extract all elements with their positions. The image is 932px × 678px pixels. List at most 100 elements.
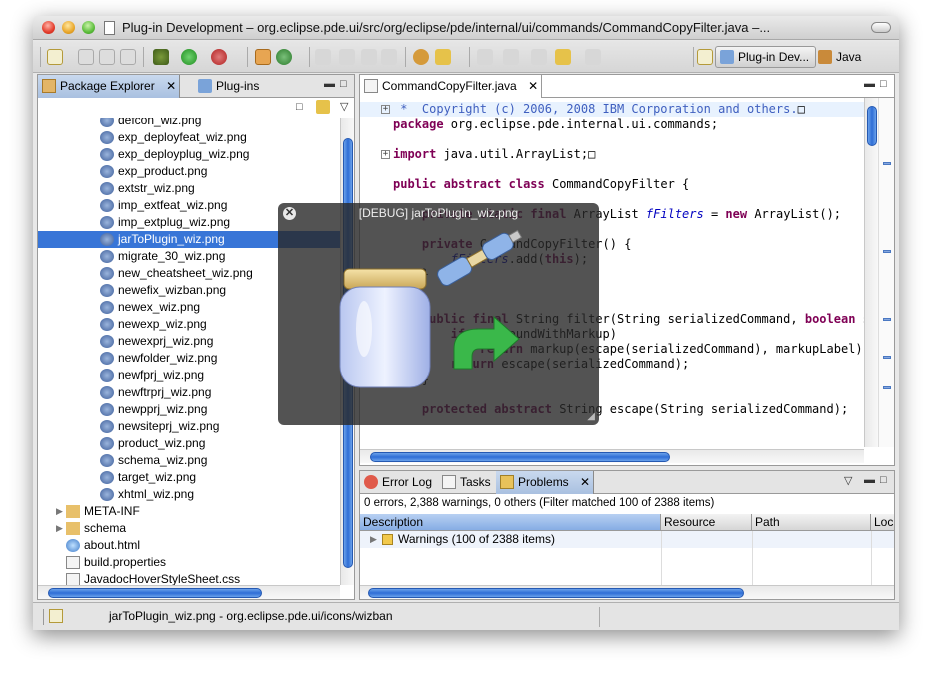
minimize-view-icon[interactable]: ▬ [324, 78, 335, 90]
tree-item[interactable]: exp_product.png [38, 163, 340, 180]
editor-horizontal-scroll-thumb[interactable] [370, 452, 670, 462]
editor-horizontal-scrollbar[interactable] [360, 449, 864, 463]
column-path[interactable]: Path [752, 514, 871, 531]
debug-icon[interactable] [153, 49, 169, 65]
block-selection-icon[interactable] [381, 49, 397, 65]
problems-horizontal-scrollbar[interactable] [360, 585, 894, 599]
next-annotation-icon[interactable] [477, 49, 493, 65]
editor-vertical-scrollbar[interactable] [864, 98, 878, 447]
editor-vertical-scroll-thumb[interactable] [867, 106, 877, 146]
warning-marker[interactable] [883, 162, 891, 165]
problems-horizontal-scroll-thumb[interactable] [368, 588, 744, 598]
resize-grip-icon[interactable]: ◢ [587, 411, 595, 422]
image-file-icon [100, 437, 114, 450]
tree-item[interactable]: target_wiz.png [38, 469, 340, 486]
tree-item[interactable]: ▶ schema [38, 520, 340, 537]
fast-view-icon[interactable] [49, 609, 63, 623]
close-tab-icon[interactable]: ✕ [528, 79, 538, 93]
save-all-icon[interactable] [99, 49, 115, 65]
zoom-window-button[interactable] [82, 21, 95, 34]
toolbar-toggle-button[interactable] [871, 22, 891, 33]
column-description[interactable]: Description [360, 514, 661, 531]
search-icon[interactable] [413, 49, 429, 65]
status-separator [599, 607, 600, 627]
maximize-view-icon[interactable]: □ [340, 78, 347, 90]
view-menu-icon[interactable]: ▽ [340, 100, 348, 113]
image-file-icon [100, 182, 114, 195]
warning-marker[interactable] [883, 386, 891, 389]
tab-plug-ins[interactable]: Plug-ins [194, 75, 284, 98]
last-edit-location-icon[interactable] [531, 49, 547, 65]
perspective-plugin-dev[interactable]: Plug-in Dev... [715, 46, 817, 68]
tab-error-log[interactable]: Error Log [360, 471, 436, 494]
close-tab-icon[interactable]: ✕ [580, 475, 590, 489]
run-icon[interactable] [181, 49, 197, 65]
tree-item-label: newexp_wiz.png [118, 317, 207, 331]
table-row[interactable]: ▶ Warnings (100 of 2388 items) [360, 531, 894, 548]
tree-item[interactable]: exp_deployfeat_wiz.png [38, 129, 340, 146]
tab-commandcopyfilter[interactable]: CommandCopyFilter.java ✕ [360, 75, 542, 98]
tree-item[interactable]: ▶ META-INF [38, 503, 340, 520]
save-icon[interactable] [78, 49, 94, 65]
new-java-package-icon[interactable] [255, 49, 271, 65]
open-type-icon[interactable] [315, 49, 331, 65]
tree-item[interactable]: xhtml_wiz.png [38, 486, 340, 503]
column-divider [752, 531, 753, 585]
tree-item[interactable]: about.html [38, 537, 340, 554]
expand-fold-icon[interactable]: + [381, 150, 390, 159]
forward-icon[interactable] [585, 49, 601, 65]
external-tools-icon[interactable] [211, 49, 227, 65]
column-location[interactable]: Loc [871, 514, 894, 531]
column-resource[interactable]: Resource [661, 514, 752, 531]
show-whitespace-icon[interactable] [361, 49, 377, 65]
tree-horizontal-scroll-thumb[interactable] [48, 588, 262, 598]
new-wizard-icon[interactable] [47, 49, 63, 65]
tree-item[interactable]: build.properties [38, 554, 340, 571]
expand-fold-icon[interactable]: + [381, 105, 390, 114]
expand-arrow-icon[interactable]: ▶ [370, 531, 377, 548]
tree-item[interactable]: defcon_wiz.png [38, 118, 340, 129]
code-token: abstract [443, 177, 502, 191]
tree-item[interactable]: schema_wiz.png [38, 452, 340, 469]
warning-marker[interactable] [883, 250, 891, 253]
tab-tasks[interactable]: Tasks [438, 471, 494, 494]
tree-item[interactable]: exp_deployplug_wiz.png [38, 146, 340, 163]
image-file-icon [100, 118, 114, 127]
tree-item[interactable]: product_wiz.png [38, 435, 340, 452]
file-proxy-icon[interactable] [104, 21, 115, 35]
minimize-editor-icon[interactable]: ▬ [864, 78, 875, 90]
minimize-window-button[interactable] [62, 21, 75, 34]
perspective-java[interactable]: Java [813, 46, 868, 68]
status-text: jarToPlugin_wiz.png - org.eclipse.pde.ui… [109, 609, 393, 623]
image-file-icon [100, 352, 114, 365]
close-tab-icon[interactable]: ✕ [166, 79, 176, 93]
link-with-editor-icon[interactable] [316, 100, 330, 114]
toggle-mark-occurrences-icon[interactable] [339, 49, 355, 65]
open-perspective-icon[interactable] [697, 49, 713, 65]
maximize-editor-icon[interactable]: □ [880, 78, 887, 90]
tree-item[interactable]: extstr_wiz.png [38, 180, 340, 197]
minimize-view-icon[interactable]: ▬ [864, 474, 875, 486]
close-window-button[interactable] [42, 21, 55, 34]
warning-marker[interactable] [883, 356, 891, 359]
expand-arrow-icon[interactable]: ▶ [56, 503, 63, 520]
new-java-class-icon[interactable] [276, 49, 292, 65]
back-icon[interactable] [555, 49, 571, 65]
tree-item[interactable]: JavadocHoverStyleSheet.css [38, 571, 340, 585]
view-menu-icon[interactable]: ▽ [844, 474, 852, 487]
print-icon[interactable] [120, 49, 136, 65]
code-token: = [703, 207, 726, 221]
tree-horizontal-scrollbar[interactable] [38, 585, 340, 599]
tab-package-explorer[interactable]: Package Explorer ✕ [38, 75, 180, 98]
expand-arrow-icon[interactable]: ▶ [56, 520, 63, 537]
previous-annotation-icon[interactable] [503, 49, 519, 65]
tree-item-label: extstr_wiz.png [118, 181, 195, 195]
collapse-all-icon[interactable]: □ [296, 101, 303, 113]
image-file-icon [100, 131, 114, 144]
maximize-view-icon[interactable]: □ [880, 474, 887, 486]
tab-problems[interactable]: Problems ✕ [496, 471, 594, 494]
warning-marker[interactable] [883, 318, 891, 321]
tree-item-label: defcon_wiz.png [118, 118, 202, 127]
annotation-navigate-icon[interactable] [435, 49, 451, 65]
